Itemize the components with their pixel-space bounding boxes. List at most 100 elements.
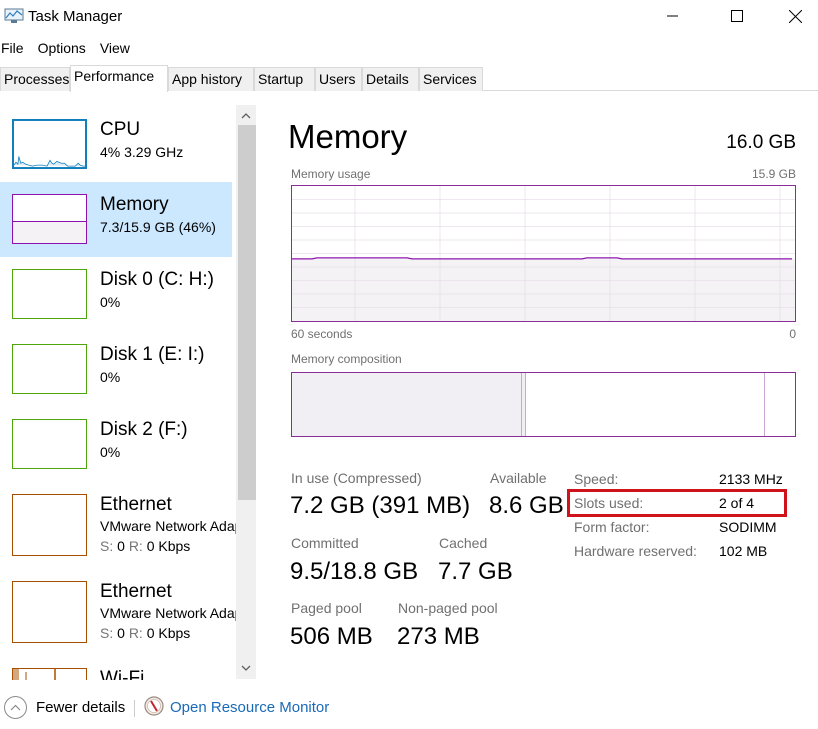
tab-app-history[interactable]: App history <box>168 67 254 91</box>
minimize-button[interactable] <box>650 0 696 32</box>
memory-thumbnail-fill <box>13 220 86 243</box>
maximize-icon <box>731 10 743 22</box>
page-title: Memory <box>288 118 408 155</box>
sidebar-item-cpu[interactable]: CPU 4% 3.29 GHz <box>0 107 232 182</box>
fewer-details-link[interactable]: Fewer details <box>36 699 125 716</box>
sidebar-cpu-name: CPU <box>100 119 141 140</box>
sidebar-ethernet-2-name: Ethernet <box>100 581 172 602</box>
memory-usage-label: Memory usage <box>291 167 371 181</box>
committed-value: 9.5/18.8 GB <box>290 558 419 585</box>
speed-value: 2133 MHz <box>719 471 783 487</box>
composition-in-use-segment <box>292 373 521 436</box>
speed-label: Speed: <box>574 471 619 487</box>
sidebar-disk-2-detail: 0% <box>100 444 121 460</box>
sidebar-ethernet-1-throughput: S: 0 R: 0 Kbps <box>100 538 191 554</box>
chevron-down-icon <box>241 665 251 671</box>
sidebar-disk-1-name: Disk 1 (E: I:) <box>100 344 205 365</box>
resource-monitor-icon <box>144 696 164 716</box>
chevron-up-circle-icon <box>10 704 21 711</box>
scrollbar-thumb[interactable] <box>238 125 256 500</box>
usage-line <box>292 257 792 260</box>
open-resource-monitor-link[interactable]: Open Resource Monitor <box>170 699 329 716</box>
close-icon <box>788 9 802 23</box>
sidebar-ethernet-1-detail: VMware Network Adapter <box>100 518 238 534</box>
disk-0-thumbnail-graph <box>12 269 87 319</box>
non-paged-pool-value: 273 MB <box>397 623 480 650</box>
scroll-down-button[interactable] <box>236 659 256 677</box>
memory-composition-bar <box>291 372 796 437</box>
sidebar-disk-0-detail: 0% <box>100 294 121 310</box>
ethernet-2-thumbnail-graph <box>12 581 87 643</box>
ethernet-1-thumbnail-graph <box>12 494 87 556</box>
menu-bar: File Options View <box>0 38 143 58</box>
sidebar-disk-1-detail: 0% <box>100 369 121 385</box>
form-factor-label: Form factor: <box>574 519 650 535</box>
sidebar-wifi-name: Wi-Fi <box>100 668 145 680</box>
sidebar-ethernet-2-throughput: S: 0 R: 0 Kbps <box>100 625 191 641</box>
non-paged-pool-label: Non-paged pool <box>398 600 498 616</box>
window-title: Task Manager <box>28 8 123 25</box>
tab-processes[interactable]: Processes <box>0 67 70 91</box>
fewer-details-button[interactable] <box>4 696 27 719</box>
memory-usage-max-label: 15.9 GB <box>751 167 796 181</box>
slots-used-highlight-box <box>567 489 787 517</box>
disk-1-thumbnail-graph <box>12 344 87 394</box>
committed-label: Committed <box>291 535 359 551</box>
cpu-thumbnail-graph <box>12 119 87 169</box>
wifi-thumbnail-graph <box>12 668 87 680</box>
scroll-up-button[interactable] <box>236 107 256 125</box>
sidebar-item-wifi[interactable]: Wi-Fi <box>0 656 232 680</box>
sidebar-memory-detail: 7.3/15.9 GB (46%) <box>100 219 216 235</box>
performance-sidebar: CPU 4% 3.29 GHz Memory 7.3/15.9 GB (46%)… <box>0 92 260 680</box>
close-button[interactable] <box>772 0 818 32</box>
sidebar-item-ethernet-2[interactable]: Ethernet VMware Network Adapter S: 0 R: … <box>0 569 238 656</box>
sidebar-memory-name: Memory <box>100 194 169 215</box>
menu-file[interactable]: File <box>1 38 24 58</box>
maximize-button[interactable] <box>714 0 760 32</box>
sidebar-disk-2-name: Disk 2 (F:) <box>100 419 188 440</box>
sidebar-ethernet-2-detail: VMware Network Adapter <box>100 605 238 621</box>
in-use-label: In use (Compressed) <box>291 470 422 486</box>
sidebar-item-memory[interactable]: Memory 7.3/15.9 GB (46%) <box>0 182 232 257</box>
tab-services[interactable]: Services <box>419 67 483 91</box>
menu-view[interactable]: View <box>100 38 130 58</box>
cached-value: 7.7 GB <box>438 558 513 585</box>
composition-free-segment <box>764 373 795 436</box>
cached-label: Cached <box>439 535 488 551</box>
sidebar-item-ethernet-1[interactable]: Ethernet VMware Network Adapter S: 0 R: … <box>0 482 238 569</box>
memory-total: 16.0 GB <box>726 132 796 153</box>
sidebar-scrollbar[interactable] <box>236 105 256 679</box>
memory-detail-panel: Memory 16.0 GB Memory usage 15.9 GB 60 s… <box>280 92 818 680</box>
available-value: 8.6 GB <box>489 492 564 519</box>
memory-thumbnail-graph <box>12 194 87 244</box>
memory-composition-label: Memory composition <box>291 352 402 366</box>
tab-startup[interactable]: Startup <box>254 67 315 91</box>
title-bar: Task Manager <box>0 0 818 34</box>
tab-users[interactable]: Users <box>315 67 362 91</box>
sidebar-cpu-detail: 4% 3.29 GHz <box>100 144 184 160</box>
sidebar-item-disk-0[interactable]: Disk 0 (C: H:) 0% <box>0 257 232 332</box>
tab-performance[interactable]: Performance <box>70 65 168 92</box>
sidebar-disk-0-name: Disk 0 (C: H:) <box>100 269 214 290</box>
memory-usage-graph <box>291 185 796 322</box>
graph-time-left-label: 60 seconds <box>291 327 353 341</box>
in-use-value: 7.2 GB (391 MB) <box>290 492 471 519</box>
paged-pool-label: Paged pool <box>291 600 362 616</box>
chevron-up-icon <box>241 113 251 119</box>
usage-fill-area <box>292 258 795 321</box>
tab-details[interactable]: Details <box>362 67 419 91</box>
hardware-reserved-value: 102 MB <box>719 543 768 559</box>
minimize-icon <box>667 15 678 17</box>
sidebar-item-disk-2[interactable]: Disk 2 (F:) 0% <box>0 407 232 482</box>
paged-pool-value: 506 MB <box>290 623 373 650</box>
menu-options[interactable]: Options <box>38 38 86 58</box>
composition-standby-segment <box>525 373 765 436</box>
graph-time-right-label: 0 <box>789 327 796 341</box>
sidebar-item-disk-1[interactable]: Disk 1 (E: I:) 0% <box>0 332 232 407</box>
footer-bar: Fewer details Open Resource Monitor <box>0 690 818 729</box>
sidebar-ethernet-1-name: Ethernet <box>100 494 172 515</box>
disk-2-thumbnail-graph <box>12 419 87 469</box>
hardware-reserved-label: Hardware reserved: <box>574 543 697 559</box>
form-factor-value: SODIMM <box>719 519 777 535</box>
tab-bar: Processes Performance App history Startu… <box>0 65 818 92</box>
